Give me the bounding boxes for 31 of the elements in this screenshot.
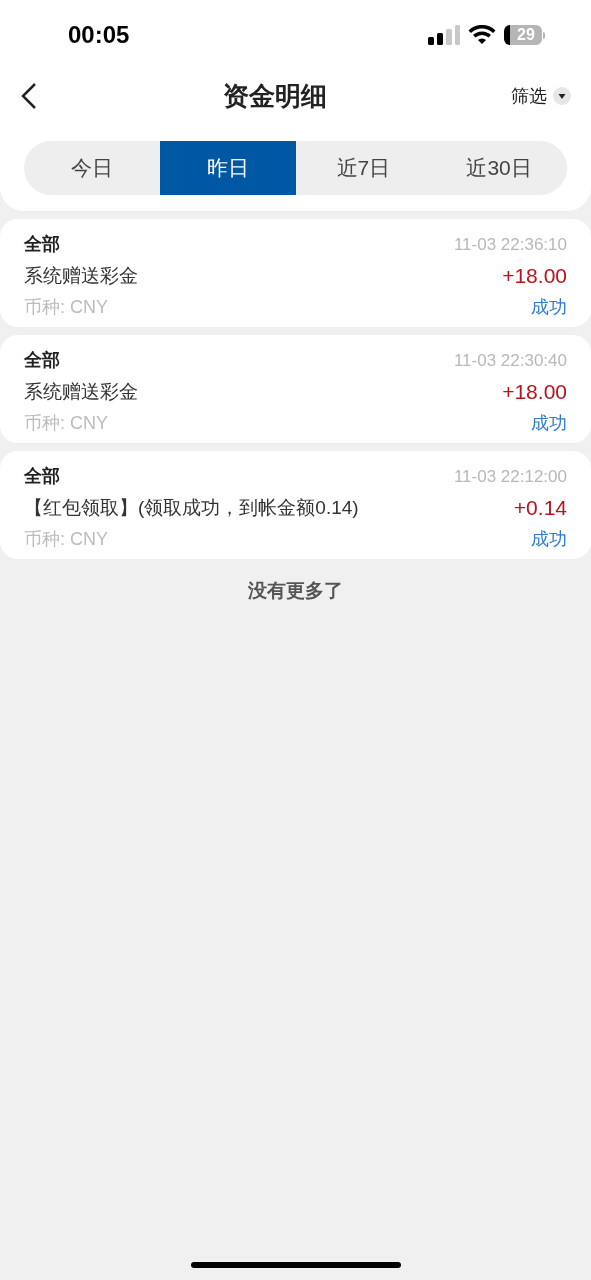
page-title: 资金明细 bbox=[222, 79, 327, 113]
record-time: 11-03 22:30:40 bbox=[453, 349, 567, 372]
wifi-icon bbox=[468, 25, 496, 45]
date-tab[interactable]: 今日 bbox=[24, 141, 160, 195]
record-status: 成功 bbox=[531, 296, 567, 319]
record-description: 系统赠送彩金 bbox=[24, 263, 138, 288]
record-status: 成功 bbox=[531, 412, 567, 435]
record-description: 【红包领取】(领取成功，到帐金额0.14) bbox=[24, 495, 359, 520]
record-description: 系统赠送彩金 bbox=[24, 379, 138, 404]
record-type: 全部 bbox=[24, 349, 60, 372]
filter-button[interactable]: 筛选 bbox=[511, 82, 571, 110]
record-currency: 币种: CNY bbox=[24, 296, 108, 319]
record-currency: 币种: CNY bbox=[24, 412, 108, 435]
record-amount: +18.00 bbox=[502, 263, 567, 290]
dropdown-icon bbox=[553, 87, 571, 105]
date-tab[interactable]: 昨日 bbox=[159, 141, 296, 195]
end-message: 没有更多了 bbox=[248, 579, 343, 603]
signal-icon bbox=[428, 25, 460, 45]
date-tab[interactable]: 近7日 bbox=[295, 141, 432, 195]
record-status: 成功 bbox=[531, 528, 567, 551]
back-icon[interactable] bbox=[20, 82, 38, 110]
record-amount: +0.14 bbox=[513, 495, 567, 522]
record-type: 全部 bbox=[24, 233, 60, 256]
status-time: 00:05 bbox=[68, 20, 130, 50]
record-time: 11-03 22:36:10 bbox=[453, 233, 567, 256]
record-amount: +18.00 bbox=[502, 379, 567, 406]
record-time: 11-03 22:12:00 bbox=[453, 465, 567, 488]
record-type: 全部 bbox=[24, 465, 60, 488]
record-currency: 币种: CNY bbox=[24, 528, 108, 551]
date-tab[interactable]: 近30日 bbox=[431, 141, 567, 195]
battery-indicator: 29 bbox=[504, 25, 545, 45]
